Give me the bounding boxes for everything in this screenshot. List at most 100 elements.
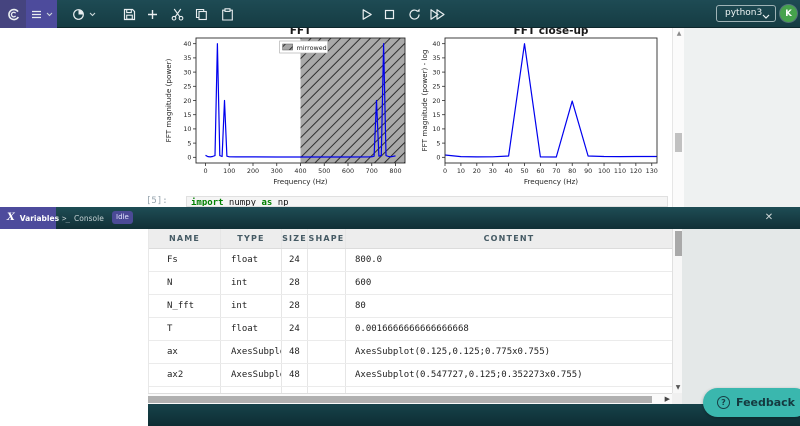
header-content[interactable]: CONTENT [346, 229, 672, 248]
notebook-scrollbar[interactable]: ▲ [672, 28, 684, 207]
svg-text:40: 40 [183, 40, 191, 48]
svg-text:10: 10 [432, 125, 440, 133]
svg-text:5: 5 [436, 139, 440, 147]
cell-size: 48 [282, 364, 308, 386]
svg-text:FFT: FFT [290, 28, 312, 37]
fft-figure: 0 100 200 300 400 500 600 700 800 0 5 10 15 20 25 30 35 4… [148, 25, 412, 196]
cell-name: ax2 [149, 364, 221, 386]
run-all-cells-button[interactable] [423, 2, 451, 26]
insert-cell-button[interactable] [140, 2, 164, 26]
cell-name: ax [149, 341, 221, 363]
cell-name: N [149, 272, 221, 294]
chevron-down-icon [46, 12, 53, 17]
svg-text:400: 400 [294, 167, 306, 175]
main-menu-button[interactable] [26, 0, 57, 28]
svg-text:35: 35 [183, 54, 191, 62]
cell-type: AxesSubplot [221, 364, 282, 386]
svg-text:0: 0 [443, 167, 447, 175]
code-cell-input[interactable]: import numpy as np [186, 196, 668, 207]
cell-size: 48 [282, 341, 308, 363]
table-scrollbar-thumb[interactable] [674, 231, 682, 256]
stop-icon [382, 7, 397, 22]
table-row[interactable]: N int 28 600 [149, 272, 672, 295]
header-name[interactable]: NAME [149, 229, 221, 248]
variables-x-icon: X [7, 212, 15, 223]
cell-shape [308, 341, 346, 363]
svg-text:0: 0 [436, 154, 440, 162]
table-row[interactable]: Fs float 24 800.0 [149, 249, 672, 272]
svg-text:15: 15 [183, 111, 191, 119]
cell-shape [308, 364, 346, 386]
svg-text:700: 700 [366, 167, 378, 175]
tab-console-label: Console [74, 213, 104, 223]
save-button[interactable] [117, 2, 141, 26]
avatar-initial: K [785, 8, 792, 19]
scroll-up-arrow[interactable]: ▲ [673, 30, 685, 37]
table-row[interactable]: ax2 AxesSubplot 48 AxesSubplot(0.547727,… [149, 364, 672, 387]
svg-text:30: 30 [432, 68, 440, 76]
cut-cells-button[interactable] [165, 2, 189, 26]
play-icon [359, 7, 374, 22]
svg-text:20: 20 [473, 167, 481, 175]
plus-icon [146, 8, 159, 21]
scissors-icon [170, 7, 185, 22]
question-circle-icon: ? [717, 396, 730, 409]
console-prompt-icon: >_ [62, 213, 70, 223]
svg-text:25: 25 [432, 83, 440, 91]
table-vertical-scrollbar[interactable]: ▼ [672, 229, 682, 393]
cell-content: 80 [355, 301, 366, 311]
app-logo-button[interactable] [0, 0, 26, 28]
paste-icon [220, 7, 235, 22]
copy-cells-button[interactable] [189, 2, 213, 26]
svg-text:0: 0 [203, 167, 207, 175]
table-row[interactable]: N_fft int 28 80 [149, 295, 672, 318]
tab-console[interactable]: >_ Console [56, 207, 108, 229]
header-type[interactable]: TYPE [221, 229, 282, 248]
header-size[interactable]: SIZE [282, 229, 308, 248]
interrupt-kernel-button[interactable] [377, 2, 401, 26]
scroll-right-arrow[interactable]: ▶ [665, 395, 670, 403]
tab-variables[interactable]: X Variables [0, 207, 60, 229]
feedback-button[interactable]: ? Feedback [703, 388, 800, 417]
kernel-selector-label: python3 [725, 8, 763, 18]
tab-variables-label: Variables [19, 213, 60, 223]
cell-shape [308, 249, 346, 271]
variables-table: NAME TYPE SIZE SHAPE CONTENT Fs float 24… [148, 229, 672, 393]
table-row[interactable]: T float 24 0.0016666666666666668 [149, 318, 672, 341]
cell-name: T [149, 318, 221, 340]
cell-size: 28 [282, 272, 308, 294]
table-horizontal-scrollbar[interactable]: ▶ [148, 393, 672, 404]
notebook-scrollbar-thumb[interactable] [675, 133, 682, 152]
cell-type: AxesSubplot [221, 341, 282, 363]
cell-type: int [221, 295, 282, 317]
table-hscrollbar-thumb[interactable] [148, 396, 652, 403]
cell-content: 600 [355, 278, 372, 288]
svg-text:35: 35 [432, 54, 440, 62]
svg-text:25: 25 [183, 83, 191, 91]
table-row[interactable]: ax AxesSubplot 48 AxesSubplot(0.125,0.12… [149, 341, 672, 364]
svg-text:120: 120 [630, 167, 642, 175]
cell-type: float [221, 318, 282, 340]
svg-text:800: 800 [389, 167, 401, 175]
svg-text:FFT close-up: FFT close-up [514, 28, 589, 37]
kernel-menu-button[interactable] [66, 2, 100, 26]
chevron-down-icon [762, 11, 770, 26]
paste-cells-button[interactable] [215, 2, 239, 26]
table-header-row: NAME TYPE SIZE SHAPE CONTENT [149, 229, 672, 249]
user-avatar[interactable]: K [780, 5, 797, 22]
kernel-selector[interactable]: python3 [716, 5, 776, 22]
scrollbar-corner [672, 393, 682, 404]
svg-text:600: 600 [342, 167, 354, 175]
svg-text:80: 80 [568, 167, 576, 175]
run-cell-button[interactable] [354, 2, 378, 26]
svg-text:FFT magnitude (power): FFT magnitude (power) [164, 58, 173, 142]
header-shape[interactable]: SHAPE [308, 229, 346, 248]
save-icon [122, 7, 137, 22]
svg-text:Frequency (Hz): Frequency (Hz) [273, 177, 327, 186]
refresh-icon [407, 7, 422, 22]
svg-text:90: 90 [584, 167, 592, 175]
svg-text:Frequency (Hz): Frequency (Hz) [524, 177, 578, 186]
panel-right-gutter [682, 229, 800, 404]
scroll-down-arrow[interactable]: ▼ [673, 384, 683, 391]
close-panel-button[interactable]: ✕ [760, 210, 778, 226]
